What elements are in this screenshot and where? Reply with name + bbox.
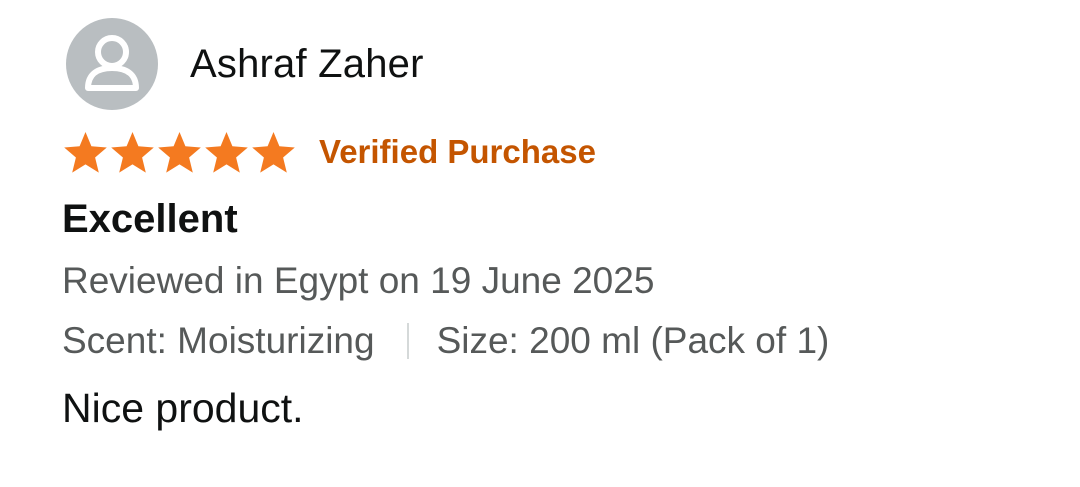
- star-icon: [111, 131, 154, 173]
- star-icon: [64, 131, 107, 173]
- review-title: Excellent: [62, 197, 238, 241]
- star-icon: [158, 131, 201, 173]
- reviewer-profile[interactable]: Ashraf Zaher: [62, 18, 1042, 110]
- verified-purchase-badge: Verified Purchase: [319, 133, 596, 170]
- reviewer-name[interactable]: Ashraf Zaher: [190, 42, 424, 87]
- star-icon: [252, 131, 295, 173]
- review-date: Reviewed in Egypt on 19 June 2025: [62, 260, 655, 301]
- rating-row: Verified Purchase: [62, 128, 1042, 176]
- star-rating[interactable]: [62, 130, 297, 175]
- avatar[interactable]: [66, 18, 158, 110]
- variant-divider: [406, 323, 409, 359]
- review-card: Ashraf Zaher Verified Purchase Excellent…: [62, 18, 1042, 434]
- size-variant: Size: 200 ml (Pack of 1): [436, 320, 830, 361]
- scent-variant: Scent: Moisturizing: [62, 320, 375, 361]
- review-body: Nice product.: [62, 385, 304, 431]
- product-variant: Scent: Moisturizing Size: 200 ml (Pack o…: [62, 318, 1042, 364]
- person-icon: [85, 35, 139, 91]
- star-icon: [205, 131, 248, 173]
